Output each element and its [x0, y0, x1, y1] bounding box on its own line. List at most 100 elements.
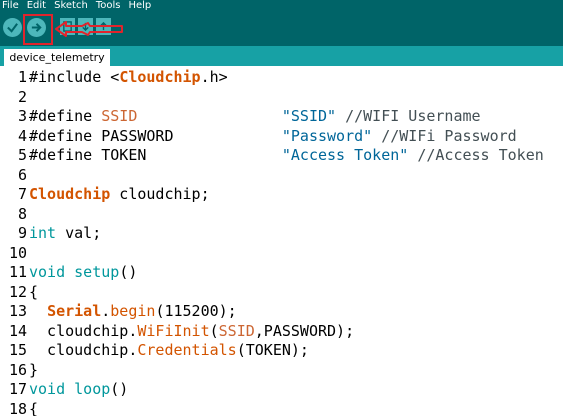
code-token: cloudchip. — [29, 321, 138, 340]
code-line[interactable]: 2 — [0, 88, 563, 108]
menu-tools[interactable]: Tools — [96, 0, 121, 11]
code-token: { — [29, 282, 39, 301]
checkmark-icon — [7, 23, 18, 33]
code-token: setup — [74, 263, 120, 281]
code-token: "Password" — [281, 126, 373, 145]
line-number: 13 — [8, 302, 27, 320]
menu-sketch[interactable]: Sketch — [54, 0, 88, 11]
code-token: SSID — [101, 107, 138, 125]
code-token: Serial — [47, 302, 102, 320]
code-token: ,PASSWORD); — [254, 321, 355, 340]
code-token: WiFiInit — [137, 321, 210, 340]
code-token: (TOKEN); — [236, 341, 309, 359]
menu-help[interactable]: Help — [128, 0, 151, 11]
code-token: //Access Token — [408, 146, 544, 164]
line-number: 7 — [17, 185, 27, 203]
line-number: 14 — [8, 321, 27, 340]
code-token: Cloudchip — [119, 68, 201, 86]
code-token: begin — [110, 302, 156, 320]
code-line[interactable]: 5 #define TOKEN "Access Token" //Access T… — [0, 146, 563, 166]
line-number: 6 — [17, 165, 27, 184]
code-token: //WIFi Password — [372, 126, 517, 145]
code-token: ( — [209, 321, 219, 340]
code-token: void — [29, 263, 66, 281]
code-text: void setup() — [29, 263, 137, 283]
code-token: loop — [74, 380, 111, 398]
line-number: 8 — [17, 204, 27, 223]
code-token: //WIFI Username — [336, 107, 481, 125]
code-token: "Access Token" — [281, 146, 409, 164]
code-token: .h> — [200, 68, 228, 86]
code-token: #include < — [29, 68, 120, 86]
code-line[interactable]: 15 cloudchip.Credentials(TOKEN); — [0, 341, 563, 361]
code-token: () — [110, 380, 129, 398]
code-token: { — [29, 399, 39, 416]
code-token: Cloudchip — [29, 185, 111, 203]
code-line[interactable]: 16} — [0, 361, 563, 381]
menu-edit[interactable]: Edit — [27, 0, 46, 11]
line-number: 9 — [17, 224, 27, 242]
line-number: 2 — [17, 87, 27, 106]
code-line[interactable]: 12{ — [0, 283, 563, 303]
code-line[interactable]: 17 void loop() — [0, 380, 563, 400]
code-editor[interactable]: 1 #include <Cloudchip.h> 2 3 #define SSID "S… — [0, 66, 563, 416]
code-token: val; — [56, 224, 102, 242]
code-text: #define TOKEN "Access Token" //Access To… — [29, 146, 544, 166]
verify-button[interactable] — [3, 18, 22, 37]
code-token: void — [29, 380, 66, 398]
line-number: 4 — [17, 126, 27, 145]
code-line[interactable]: 1 #include <Cloudchip.h> — [0, 68, 563, 88]
code-token: SSID — [218, 321, 255, 340]
line-number: 17 — [8, 380, 27, 398]
line-number: 16 — [8, 360, 27, 379]
code-line[interactable]: 14 cloudchip.WiFiInit(SSID,PASSWORD); — [0, 322, 563, 342]
code-line[interactable]: 6 — [0, 166, 563, 186]
code-text: } — [29, 361, 38, 381]
code-token: Credentials — [137, 341, 237, 359]
menu-file[interactable]: File — [2, 0, 19, 11]
code-line[interactable]: 8 — [0, 205, 563, 225]
code-token: . — [101, 302, 111, 320]
code-line[interactable]: 9 int val; — [0, 224, 563, 244]
code-token: () — [119, 263, 138, 281]
line-number: 5 — [17, 146, 27, 164]
code-token: #define — [29, 107, 102, 125]
code-text: #include <Cloudchip.h> — [29, 68, 228, 88]
code-text: cloudchip.WiFiInit(SSID,PASSWORD); — [29, 322, 354, 342]
line-number: 12 — [8, 282, 27, 301]
line-number: 18 — [8, 399, 27, 416]
code-text: cloudchip.Credentials(TOKEN); — [29, 341, 309, 361]
code-token: #define PASSWORD — [29, 126, 282, 145]
code-line[interactable]: 10 — [0, 244, 563, 264]
code-line[interactable]: 7 Cloudchip cloudchip; — [0, 185, 563, 205]
code-line[interactable]: 11 void setup() — [0, 263, 563, 283]
code-line[interactable]: 3 #define SSID "SSID" //WIFI Username — [0, 107, 563, 127]
code-token: int — [29, 224, 57, 242]
code-line[interactable]: 18{ — [0, 400, 563, 416]
tab-device-telemetry[interactable]: device_telemetry — [4, 49, 110, 66]
code-text: { — [29, 283, 38, 303]
code-token: } — [29, 360, 39, 379]
code-token: (115200); — [155, 302, 237, 320]
menu-bar: File Edit Sketch Tools Help — [0, 0, 563, 11]
code-token: cloudchip; — [110, 185, 210, 203]
upload-highlight-box — [23, 14, 53, 45]
line-number: 1 — [17, 68, 27, 86]
code-text: void loop() — [29, 380, 128, 400]
line-number: 11 — [8, 263, 27, 281]
code-line[interactable]: 4 #define PASSWORD "Password" //WIFi Pass… — [0, 127, 563, 147]
code-token: #define TOKEN — [29, 146, 282, 164]
tab-strip: device_telemetry — [0, 46, 563, 66]
line-number: 10 — [8, 243, 27, 262]
code-text: Cloudchip cloudchip; — [29, 185, 210, 205]
code-text: int val; — [29, 224, 101, 244]
annotation-arrow-icon — [55, 21, 123, 37]
code-text: Serial.begin(115200); — [29, 302, 237, 322]
code-line[interactable]: 13 Serial.begin(115200); — [0, 302, 563, 322]
code-token: cloudchip. — [29, 341, 138, 359]
code-token: "SSID" — [281, 107, 337, 125]
